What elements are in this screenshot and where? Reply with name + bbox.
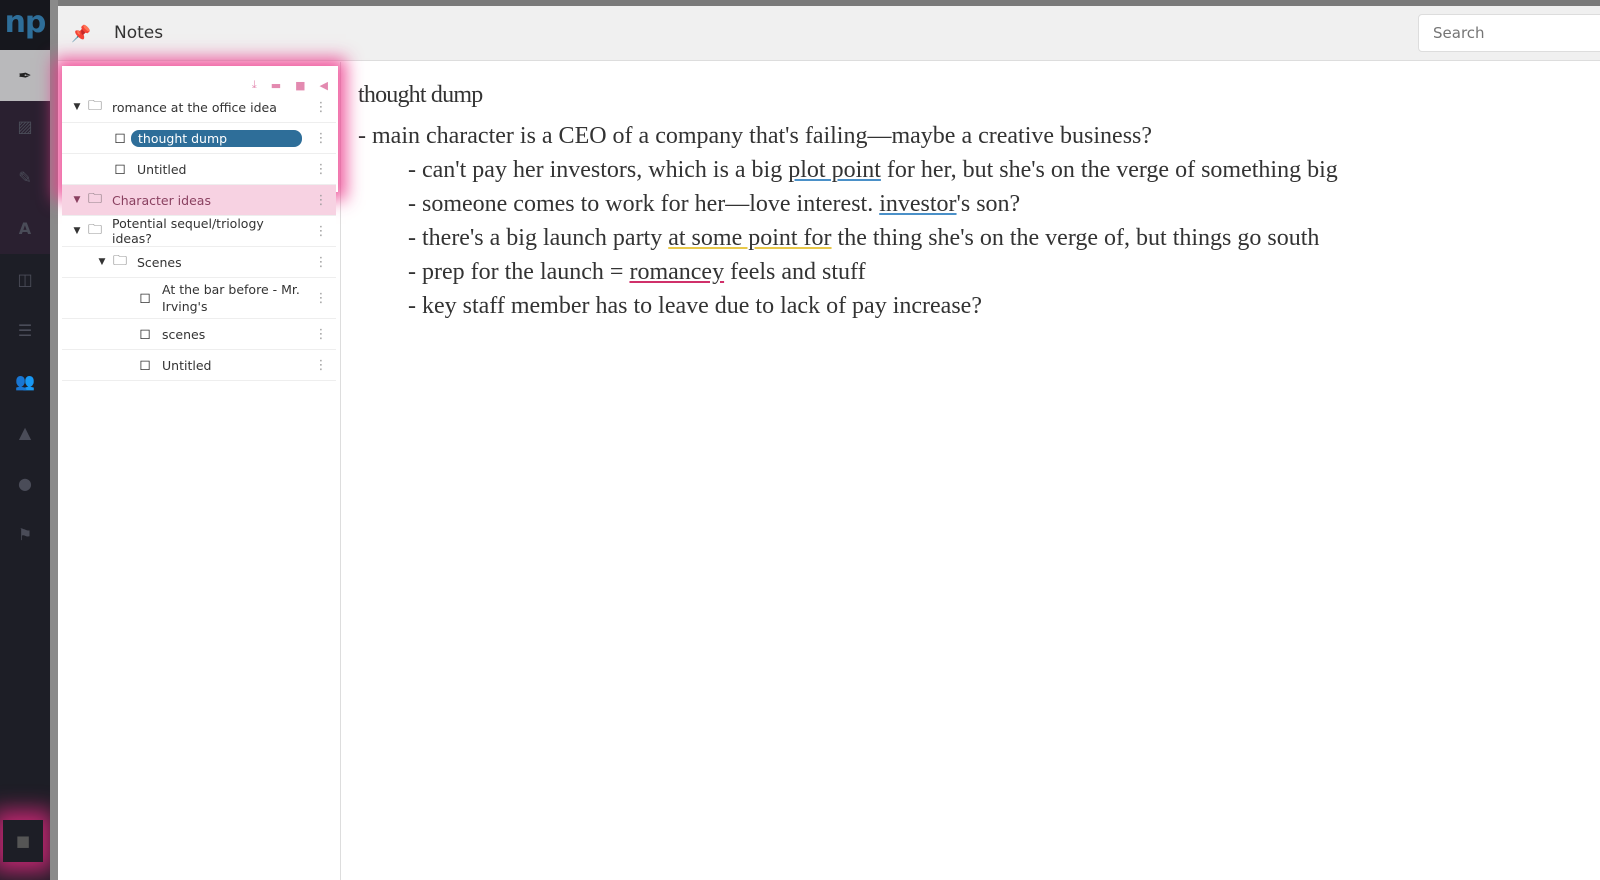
folder-icon: 🗀 xyxy=(88,98,102,114)
note-icon: ◻ xyxy=(139,326,151,342)
note-icon: ◻ xyxy=(114,161,126,177)
download-icon[interactable]: ⤓ xyxy=(252,78,257,92)
more-options-icon[interactable]: ⋮ xyxy=(306,255,336,270)
tree-item[interactable]: ◻ thought dump ⋮ xyxy=(62,123,336,154)
text: - someone comes to work for her—love int… xyxy=(408,191,880,217)
note-title[interactable]: thought dump xyxy=(358,82,1338,109)
tree-toolbar: ⤓ ▬ ■ ◀ xyxy=(58,62,340,92)
tree-item-label: Potential sequel/triology ideas? xyxy=(112,216,264,246)
more-options-icon[interactable]: ⋮ xyxy=(306,193,336,208)
tree-item-label: scenes xyxy=(162,326,206,342)
note-icon: ◻ xyxy=(139,290,151,306)
header: 📌 Notes xyxy=(58,6,1600,61)
lightbulb-icon[interactable]: ● xyxy=(0,458,50,509)
note-editor[interactable]: thought dump - main character is a CEO o… xyxy=(358,82,1338,323)
more-options-icon[interactable]: ⋮ xyxy=(306,224,336,239)
more-options-icon[interactable]: ⋮ xyxy=(306,327,336,342)
tree-item-label: romance at the office idea xyxy=(112,99,277,115)
caret-down-icon[interactable]: ▼ xyxy=(70,195,84,205)
caret-down-icon[interactable]: ▼ xyxy=(70,102,84,112)
tree-item[interactable]: ▼ 🗀 Scenes ⋮ xyxy=(62,247,336,278)
style-suggestion[interactable]: at some point for xyxy=(668,225,831,251)
note-line: - there's a big launch party at some poi… xyxy=(358,221,1338,255)
folder-icon: 🗀 xyxy=(113,253,127,269)
tree-item-label: Character ideas xyxy=(112,192,211,208)
tree-item[interactable]: ◻ At the bar before - Mr. Irving's ⋮ xyxy=(62,278,336,319)
spelling-error[interactable]: romancey xyxy=(629,259,724,285)
tree-item[interactable]: ◻ Untitled ⋮ xyxy=(62,350,336,381)
divider xyxy=(50,0,58,880)
more-options-icon[interactable]: ⋮ xyxy=(306,162,336,177)
caret-down-icon[interactable]: ▼ xyxy=(70,226,84,236)
map-icon[interactable]: ▲ xyxy=(0,407,50,458)
pen-nib-icon[interactable]: ✒ xyxy=(0,50,50,101)
tree-item-label: Untitled xyxy=(162,357,212,373)
text: the thing she's on the verge of, but thi… xyxy=(831,225,1320,251)
text: - can't pay her investors, which is a bi… xyxy=(408,157,789,183)
tree-item-label: Scenes xyxy=(137,254,182,270)
text: feels and stuff xyxy=(724,259,866,285)
note-icon: ◻ xyxy=(114,130,126,146)
more-options-icon[interactable]: ⋮ xyxy=(306,291,336,306)
tree-item-label: thought dump xyxy=(131,129,302,147)
folder-icon: 🗀 xyxy=(88,222,102,238)
logo: np xyxy=(0,0,50,50)
tree-item[interactable]: ▼ 🗀 Potential sequel/triology ideas? ⋮ xyxy=(62,216,336,247)
more-options-icon[interactable]: ⋮ xyxy=(306,358,336,373)
text: - prep for the launch = xyxy=(408,259,630,285)
note-line: - can't pay her investors, which is a bi… xyxy=(358,153,1338,187)
tree-item[interactable]: ◻ scenes ⋮ xyxy=(62,319,336,350)
note-line: - prep for the launch = romancey feels a… xyxy=(358,255,1338,289)
tree-item[interactable]: ◻ Untitled ⋮ xyxy=(62,154,336,185)
spell-suggestion[interactable]: plot point xyxy=(788,157,881,183)
highlighter-icon[interactable]: ✎ xyxy=(0,152,50,203)
note-line: - key staff member has to leave due to l… xyxy=(408,293,982,319)
text: 's son? xyxy=(956,191,1021,217)
signpost-icon[interactable]: ☰ xyxy=(0,305,50,356)
app-rail: np ✒ ▨ ✎ A ◫ ☰ 👥 ▲ ● ⚑ ■ xyxy=(0,0,50,880)
new-note-icon[interactable]: ■ xyxy=(295,79,305,92)
font-icon[interactable]: A xyxy=(0,203,50,254)
users-icon[interactable]: 👥 xyxy=(0,356,50,407)
caret-down-icon[interactable]: ▼ xyxy=(95,257,109,267)
search-input[interactable] xyxy=(1418,14,1600,52)
no-image-icon[interactable]: ▨ xyxy=(0,101,50,152)
note-icon: ◻ xyxy=(139,357,151,373)
note-line: - someone comes to work for her—love int… xyxy=(358,187,1338,221)
spell-suggestion[interactable]: investor xyxy=(879,191,956,217)
more-options-icon[interactable]: ⋮ xyxy=(306,131,336,146)
notes-tree: ⤓ ▬ ■ ◀ ▼ 🗀 romance at the office idea ⋮ ◻ th… xyxy=(58,62,341,880)
text: - there's a big launch party xyxy=(408,225,669,251)
text: for her, but she's on the verge of somet… xyxy=(880,157,1338,183)
collapse-icon[interactable]: ◀ xyxy=(320,79,328,92)
note-icon[interactable]: ■ xyxy=(3,820,43,862)
tree-item[interactable]: ▼ 🗀 romance at the office idea ⋮ xyxy=(62,92,336,123)
pin-icon[interactable]: 📌 xyxy=(58,24,104,43)
tree-item[interactable]: ▼ 🗀 Character ideas ⋮ xyxy=(62,185,336,216)
note-line: - main character is a CEO of a company t… xyxy=(358,123,1153,149)
more-options-icon[interactable]: ⋮ xyxy=(306,100,336,115)
new-folder-icon[interactable]: ▬ xyxy=(271,79,281,92)
tree-item-label: At the bar before - Mr. Irving's xyxy=(162,282,300,314)
page-title: Notes xyxy=(114,23,164,43)
folder-icon: 🗀 xyxy=(88,191,102,207)
flag-icon[interactable]: ⚑ xyxy=(0,509,50,560)
notes-panel: 📌 Notes ⤓ ▬ ■ ◀ ▼ 🗀 romance at the office … xyxy=(58,6,1600,880)
layout-icon[interactable]: ◫ xyxy=(0,254,50,305)
tree-item-label: Untitled xyxy=(137,161,187,177)
